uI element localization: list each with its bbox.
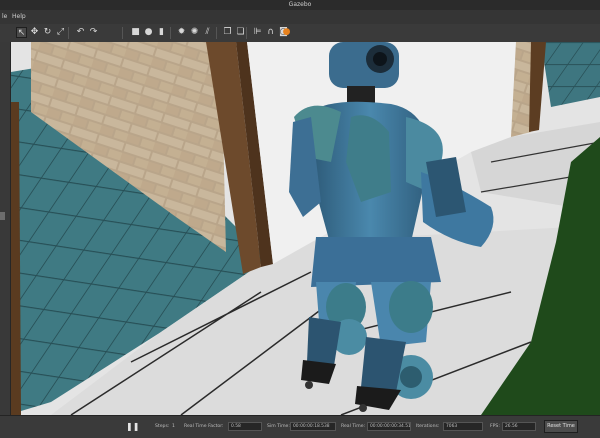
- toolbar-separator: [68, 27, 69, 39]
- align-icon[interactable]: ⊫: [252, 27, 263, 38]
- real-time-label: Real Time:: [341, 424, 366, 429]
- toolbar-separator: [246, 27, 247, 39]
- fps-label: FPS:: [490, 424, 500, 429]
- panel-expand-handle[interactable]: [0, 212, 5, 220]
- steps-value[interactable]: 1: [172, 424, 175, 429]
- rotate-icon[interactable]: ↻: [42, 27, 53, 38]
- copy-icon[interactable]: ❐: [222, 27, 233, 38]
- scene-viewport[interactable]: [11, 42, 600, 415]
- fps-value: 26.56: [502, 422, 536, 431]
- snap-icon[interactable]: ∩: [265, 27, 276, 38]
- window-title-bar: Gazebo: [0, 0, 600, 10]
- sim-time-value: 00:00:00:18.538: [290, 422, 336, 431]
- real-time-value: 00:00:00:00:34.512: [367, 422, 411, 431]
- iterations-value: 7063: [443, 422, 483, 431]
- scale-icon[interactable]: ⤢: [55, 27, 66, 38]
- iterations-label: Iterations:: [416, 424, 440, 429]
- rtf-value: 0.58: [228, 422, 262, 431]
- left-panel-collapsed[interactable]: [0, 42, 11, 415]
- box-shape-icon[interactable]: ■: [130, 27, 141, 38]
- translate-icon[interactable]: ✥: [29, 27, 40, 38]
- menu-help[interactable]: Help: [12, 10, 26, 24]
- sphere-shape-icon[interactable]: ●: [143, 27, 154, 38]
- pause-button[interactable]: ❚❚: [126, 420, 139, 433]
- steps-label: Steps:: [155, 424, 170, 429]
- sim-time-label: Sim Time:: [267, 424, 290, 429]
- undo-icon[interactable]: ↶: [75, 27, 86, 38]
- toolbar-separator: [122, 27, 123, 39]
- cylinder-shape-icon[interactable]: ▮: [156, 27, 167, 38]
- record-icon[interactable]: ●: [281, 27, 292, 38]
- rtf-label: Real Time Factor:: [184, 424, 224, 429]
- directional-light-icon[interactable]: ⫽: [202, 27, 213, 38]
- select-arrow-icon[interactable]: ↖: [16, 27, 27, 38]
- toolbar-separator: [170, 27, 171, 39]
- window-title: Gazebo: [288, 1, 312, 8]
- toolbar-separator: [216, 27, 217, 39]
- status-bar: ❚❚ Steps: 1 Real Time Factor: 0.58 Sim T…: [0, 415, 600, 438]
- point-light-icon[interactable]: ✹: [176, 27, 187, 38]
- reset-time-button[interactable]: Reset Time: [544, 420, 578, 433]
- paste-icon[interactable]: ❏: [235, 27, 246, 38]
- redo-icon[interactable]: ↷: [88, 27, 99, 38]
- spot-light-icon[interactable]: ✺: [189, 27, 200, 38]
- menu-file[interactable]: le: [2, 10, 7, 24]
- teal-tile-floor-right: [541, 42, 600, 107]
- menu-bar: le Help: [0, 10, 600, 24]
- toolbar: ↖ ✥ ↻ ⤢ ↶ ↷ ■ ● ▮ ✹ ✺ ⫽ ❐ ❏ ⊫ ∩ ◙ ●: [0, 24, 600, 43]
